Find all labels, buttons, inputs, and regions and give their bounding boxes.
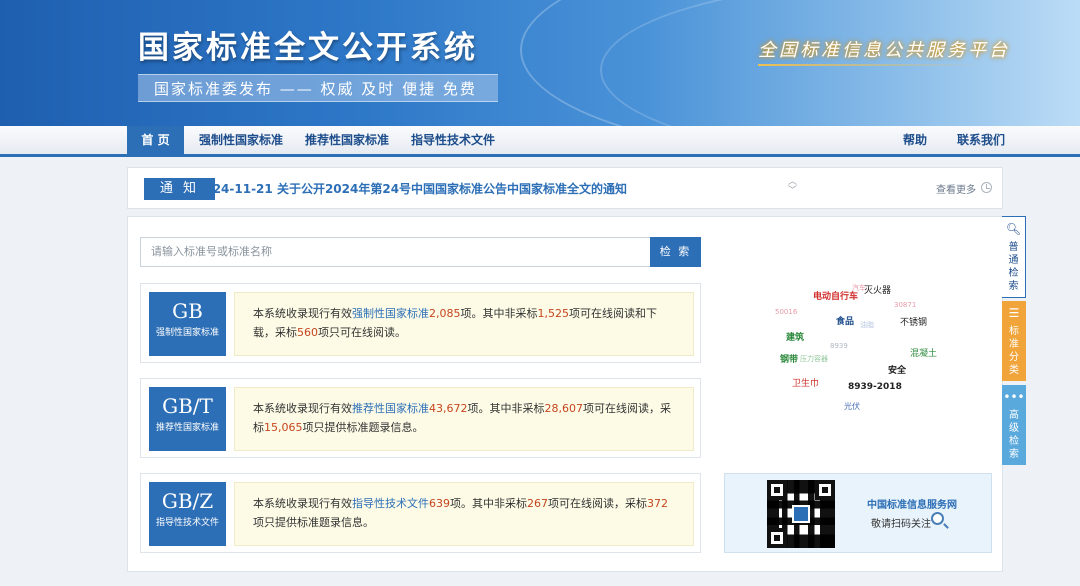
standard-description: 本系统收录现行有效指导性技术文件639项。其中非采标267项可在线阅读，采标37… (234, 482, 694, 546)
desc-text: 本系统收录现行有效 (253, 307, 352, 320)
slogan: 国家标准委发布 —— 权威 及时 便捷 免费 (138, 74, 498, 102)
adopted-count: 372 (647, 497, 668, 510)
nav-mandatory-standards[interactable]: 强制性国家标准 (199, 126, 283, 154)
tag-cloud-item[interactable]: 钢带 (780, 352, 798, 365)
standard-category: 强制性国家标准 (155, 328, 219, 338)
tag-cloud-item[interactable]: 8939 (830, 342, 848, 350)
side-tab-label: 标准分类 (1009, 326, 1019, 376)
tag-cloud: 电动自行车 灭火器 汽车 30871 50016 食品 不锈钢 油脂 建筑 89… (768, 277, 968, 417)
nav-contact-us[interactable]: 联系我们 (957, 126, 1005, 154)
desc-text: 项。其中非采标 (450, 497, 527, 510)
standard-category: 指导性技术文件 (155, 518, 219, 528)
standard-link[interactable]: 推荐性国家标准 (352, 402, 429, 415)
list-icon: ☰ (1008, 306, 1020, 320)
notice-headline[interactable]: 2024-11-21 关于公开2024年第24号中国国家标准公告中国家标准全文的… (196, 180, 627, 197)
header-banner: 国家标准全文公开系统 国家标准委发布 —— 权威 及时 便捷 免费 全国标准信息… (0, 0, 1080, 126)
notice-more-link[interactable]: 查看更多 (936, 181, 976, 196)
qr-subtitle: 敬请扫码关注 (871, 519, 931, 530)
nav-recommended-standards[interactable]: 推荐性国家标准 (305, 126, 389, 154)
side-tab-label: 高级检索 (1009, 410, 1019, 460)
side-tab-standard-category[interactable]: ☰ 标准分类 (1002, 301, 1026, 381)
desc-text: 项只提供标准题录信息。 (253, 516, 374, 529)
tag-cloud-item[interactable]: 灭火器 (864, 283, 891, 296)
desc-text: 项可在线阅读，采标 (548, 497, 647, 510)
nonadopted-count: 28,607 (544, 402, 584, 415)
tag-cloud-item[interactable]: 卫生巾 (792, 376, 819, 389)
main-panel: 请输入标准号或标准名称 检 索 GB 强制性国家标准 本系统收录现行有效强制性国… (127, 216, 1003, 572)
standard-code: GB/T (162, 394, 213, 418)
tag-cloud-item[interactable]: 混凝土 (910, 346, 937, 359)
tag-cloud-item[interactable]: 50016 (775, 308, 797, 316)
desc-text: 项只提供标准题录信息。 (302, 421, 424, 434)
platform-logo-text: 全国标准信息公共服务平台 (758, 40, 1010, 61)
qr-finder (767, 480, 787, 500)
desc-text: 项。其中非采标 (460, 307, 538, 320)
total-count: 2,085 (429, 307, 461, 320)
tag-cloud-item[interactable]: 30871 (894, 301, 916, 309)
site-title: 国家标准全文公开系统 (138, 30, 478, 66)
nonadopted-count: 1,525 (537, 307, 570, 320)
tag-cloud-item[interactable]: 不锈钢 (900, 315, 927, 328)
notice-date: 2024-11-21 (196, 182, 273, 196)
desc-text: 项。其中非采标 (467, 402, 545, 415)
qr-panel: 中国标准信息服务网 敬请扫码关注 (724, 473, 992, 553)
platform-underline (758, 64, 980, 66)
magnifier-icon (931, 512, 944, 525)
desc-text: 项只可在线阅读。 (318, 326, 406, 339)
desc-text: 本系统收录现行有效 (253, 497, 352, 510)
tag-cloud-item[interactable]: 建筑 (786, 330, 804, 343)
main-nav: 首 页 强制性国家标准 推荐性国家标准 指导性技术文件 帮助 联系我们 (0, 126, 1080, 157)
adopted-count: 15,065 (264, 421, 303, 434)
notice-bar: 通 知 2024-11-21 关于公开2024年第24号中国国家标准公告中国家标… (127, 167, 1003, 209)
nav-home[interactable]: 首 页 (127, 126, 184, 154)
tag-cloud-item[interactable]: 油脂 (860, 320, 874, 330)
tag-cloud-item[interactable]: 压力容器 (800, 354, 828, 364)
side-tab-label: 普通检索 (1008, 242, 1019, 292)
standard-code: GB (172, 299, 203, 323)
side-tab-advanced-search[interactable]: ••• 高级检索 (1002, 385, 1026, 465)
standard-badge-gbt[interactable]: GB/T 推荐性国家标准 (149, 387, 226, 451)
notice-scroll-arrows[interactable]: ︿ ﹀ (788, 178, 797, 196)
notice-title: 关于公开2024年第24号中国国家标准公告中国家标准全文的通知 (276, 182, 628, 196)
search-icon: 🔍︎ (1005, 222, 1022, 236)
standard-code: GB/Z (161, 489, 214, 513)
standard-description: 本系统收录现行有效推荐性国家标准43,672项。其中非采标28,607项可在线阅… (234, 387, 694, 451)
standard-category: 推荐性国家标准 (155, 423, 219, 433)
nonadopted-count: 267 (527, 497, 548, 510)
nav-help[interactable]: 帮助 (903, 126, 927, 154)
qr-logo (792, 505, 810, 523)
standard-description: 本系统收录现行有效强制性国家标准2,085项。其中非采标1,525项可在线阅读和… (234, 292, 694, 356)
clock-icon[interactable] (981, 182, 992, 193)
search-button[interactable]: 检 索 (650, 237, 701, 267)
search-input[interactable]: 请输入标准号或标准名称 (140, 237, 652, 267)
nav-guidance-documents[interactable]: 指导性技术文件 (411, 126, 495, 154)
total-count: 639 (429, 497, 450, 510)
standard-badge-gbz[interactable]: GB/Z 指导性技术文件 (149, 482, 226, 546)
standard-card-gbz: GB/Z 指导性技术文件 本系统收录现行有效指导性技术文件639项。其中非采标2… (140, 473, 701, 553)
total-count: 43,672 (429, 402, 468, 415)
dots-icon: ••• (1003, 390, 1025, 404)
standard-link[interactable]: 指导性技术文件 (352, 497, 429, 510)
tag-cloud-item[interactable]: 光伏 (844, 401, 860, 412)
qr-code (767, 480, 835, 548)
adopted-count: 560 (297, 326, 318, 339)
standard-card-gb: GB 强制性国家标准 本系统收录现行有效强制性国家标准2,085项。其中非采标1… (140, 283, 701, 363)
qr-title: 中国标准信息服务网 (867, 500, 957, 511)
tag-cloud-item[interactable]: 食品 (836, 314, 854, 327)
tag-cloud-item[interactable]: 安全 (888, 363, 906, 376)
standard-badge-gb[interactable]: GB 强制性国家标准 (149, 292, 226, 356)
chevron-down-icon[interactable]: ﹀ (788, 187, 797, 196)
qr-finder (815, 480, 835, 500)
standard-link[interactable]: 强制性国家标准 (352, 307, 429, 320)
banner-decoration (600, 0, 1080, 126)
standard-card-gbt: GB/T 推荐性国家标准 本系统收录现行有效推荐性国家标准43,672项。其中非… (140, 378, 701, 458)
tag-cloud-item[interactable]: 8939-2018 (848, 382, 902, 392)
tag-cloud-item[interactable]: 汽车 (852, 283, 866, 293)
side-tab-basic-search[interactable]: 🔍︎ 普通检索 (1002, 216, 1026, 298)
desc-text: 本系统收录现行有效 (253, 402, 352, 415)
qr-finder (767, 528, 787, 548)
